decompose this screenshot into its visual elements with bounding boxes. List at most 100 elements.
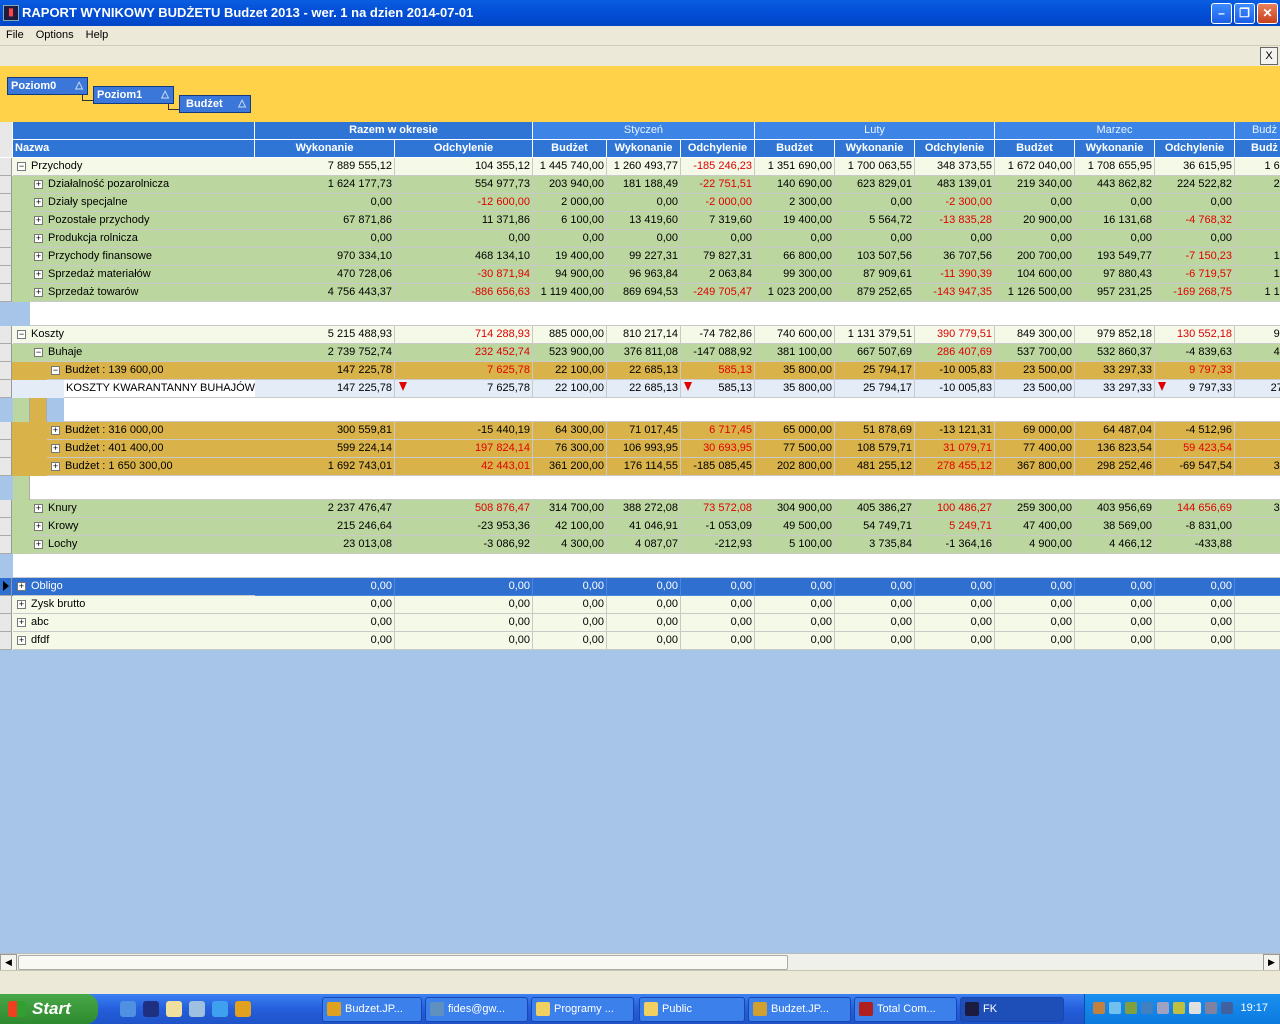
value-cell[interactable]: 38 569,00	[1075, 518, 1155, 536]
value-cell[interactable]: 5 100,00	[755, 536, 835, 554]
panel-close-button[interactable]: X	[1260, 47, 1278, 65]
value-cell[interactable]: 259 300,00	[995, 500, 1075, 518]
value-cell[interactable]: 23 500,00	[995, 380, 1075, 398]
value-cell[interactable]: 5 564,72	[835, 212, 915, 230]
value-cell[interactable]: 0,00	[395, 596, 533, 614]
value-cell[interactable]: 0,00	[1075, 596, 1155, 614]
expand-icon[interactable]: +	[17, 600, 26, 609]
value-cell[interactable]: 2 300,00	[755, 194, 835, 212]
value-cell[interactable]: 9 797,33	[1155, 380, 1235, 398]
taskbar-button[interactable]: FK	[960, 997, 1064, 1022]
value-cell[interactable]: 3 735,84	[835, 536, 915, 554]
value-cell[interactable]: 314 700,00	[533, 500, 607, 518]
value-cell[interactable]: 0,00	[995, 194, 1075, 212]
value-cell[interactable]	[1235, 596, 1280, 614]
value-cell[interactable]: 879 252,65	[835, 284, 915, 302]
row-name-cell[interactable]: + Budżet : 1 650 300,00	[47, 458, 255, 476]
value-cell[interactable]: 103 507,56	[835, 248, 915, 266]
value-cell[interactable]: 25 794,17	[835, 362, 915, 380]
quicklaunch-icon[interactable]	[166, 1001, 182, 1017]
value-cell[interactable]: 0,00	[533, 632, 607, 650]
value-cell[interactable]: 304 900,00	[755, 500, 835, 518]
collapse-icon[interactable]: −	[17, 162, 26, 171]
value-cell[interactable]: 145	[1235, 248, 1280, 266]
value-cell[interactable]: 599 224,14	[255, 440, 395, 458]
row-name-cell[interactable]: + Sprzedaż materiałów	[30, 266, 255, 284]
value-cell[interactable]: 0,00	[681, 596, 755, 614]
value-cell[interactable]: 219 340,00	[995, 176, 1075, 194]
value-cell[interactable]: 22 100,00	[533, 380, 607, 398]
value-cell[interactable]: 537 700,00	[995, 344, 1075, 362]
value-cell[interactable]: 0,00	[835, 614, 915, 632]
value-cell[interactable]: 1 260 493,77	[607, 158, 681, 176]
value-cell[interactable]: 71 017,45	[607, 422, 681, 440]
table-row[interactable]: + abc 0,00 0,00 0,00 0,00 0,00 0,00 0,00 0,00 0,00…	[0, 614, 1280, 632]
header-group-0[interactable]: Razem w okresie	[255, 122, 533, 140]
value-cell[interactable]: -185 085,45	[681, 458, 755, 476]
header-col-10[interactable]: Odchylenie	[1155, 140, 1235, 158]
value-cell[interactable]: 714 288,93	[395, 326, 533, 344]
value-cell[interactable]: 77 400,00	[995, 440, 1075, 458]
header-col-1[interactable]: Odchylenie	[395, 140, 533, 158]
value-cell[interactable]: 79 827,31	[681, 248, 755, 266]
value-cell[interactable]: -7 150,23	[1155, 248, 1235, 266]
table-row[interactable]: + Produkcja rolnicza 0,00 0,00 0,00 0,00 0,00 0…	[0, 230, 1280, 248]
taskbar-button[interactable]: Budzet.JP...	[322, 997, 422, 1022]
app-icon[interactable]: ▮	[3, 5, 19, 21]
collapse-icon[interactable]: −	[34, 348, 43, 357]
value-cell[interactable]: 403 956,69	[1075, 500, 1155, 518]
value-cell[interactable]: -2 300,00	[915, 194, 995, 212]
value-cell[interactable]: 1 351 690,00	[755, 158, 835, 176]
value-cell[interactable]: -15 440,19	[395, 422, 533, 440]
value-cell[interactable]: 31 079,71	[915, 440, 995, 458]
value-cell[interactable]: 0,00	[607, 578, 681, 596]
value-cell[interactable]: -2 000,00	[681, 194, 755, 212]
value-cell[interactable]: 30 693,95	[681, 440, 755, 458]
maximize-button[interactable]: ❐	[1234, 3, 1255, 24]
value-cell[interactable]: 6 717,45	[681, 422, 755, 440]
value-cell[interactable]: 36 615,95	[1155, 158, 1235, 176]
value-cell[interactable]: 130 552,18	[1155, 326, 1235, 344]
table-row[interactable]: + Przychody finansowe 970 334,10 468 134,10…	[0, 248, 1280, 266]
table-row[interactable]: KOSZTY KWARANTANNY BUHAJÓW 147 225,78 7 62…	[0, 380, 1280, 398]
value-cell[interactable]: -12 600,00	[395, 194, 533, 212]
value-cell[interactable]: 0,00	[835, 194, 915, 212]
header-col-11[interactable]: Budż	[1235, 140, 1280, 158]
scroll-left-icon[interactable]: ◀	[0, 954, 17, 971]
value-cell[interactable]: 16 131,68	[1075, 212, 1155, 230]
menu-options[interactable]: Options	[30, 26, 80, 41]
expand-icon[interactable]: +	[17, 618, 26, 627]
value-cell[interactable]: 0,00	[1075, 632, 1155, 650]
value-cell[interactable]: 27	[1235, 362, 1280, 380]
value-cell[interactable]: 0,00	[755, 230, 835, 248]
value-cell[interactable]: 0,00	[533, 230, 607, 248]
expand-icon[interactable]: +	[34, 270, 43, 279]
value-cell[interactable]: 740 600,00	[755, 326, 835, 344]
value-cell[interactable]: 1 119 400,00	[533, 284, 607, 302]
value-cell[interactable]: 329	[1235, 458, 1280, 476]
value-cell[interactable]: 96 963,84	[607, 266, 681, 284]
value-cell[interactable]: 481 255,12	[835, 458, 915, 476]
value-cell[interactable]: 100 486,27	[915, 500, 995, 518]
group-chip-budzet[interactable]: Budżet △	[179, 95, 251, 113]
expand-icon[interactable]: +	[34, 216, 43, 225]
value-cell[interactable]: 147 225,78	[255, 380, 395, 398]
value-cell[interactable]: 64 487,04	[1075, 422, 1155, 440]
value-cell[interactable]: 8	[1235, 212, 1280, 230]
value-cell[interactable]: 33 297,33	[1075, 362, 1155, 380]
value-cell[interactable]: 224 522,82	[1155, 176, 1235, 194]
table-row[interactable]: + Lochy 23 013,08 -3 086,92 4 300,00 4 087,07…	[0, 536, 1280, 554]
taskbar-button[interactable]: Programy ...	[531, 997, 634, 1022]
value-cell[interactable]: 1 708 655,95	[1075, 158, 1155, 176]
value-cell[interactable]: 23 500,00	[995, 362, 1075, 380]
value-cell[interactable]: 0,00	[835, 230, 915, 248]
value-cell[interactable]: 1 672 040,00	[995, 158, 1075, 176]
value-cell[interactable]: 0,00	[1075, 230, 1155, 248]
value-cell[interactable]: 0,00	[395, 230, 533, 248]
table-row[interactable]: + Budżet : 401 400,00 599 224,14 197 824,14…	[0, 440, 1280, 458]
expand-icon[interactable]: +	[34, 504, 43, 513]
header-col-9[interactable]: Wykonanie	[1075, 140, 1155, 158]
taskbar-button[interactable]: Public	[639, 997, 745, 1022]
value-cell[interactable]: 108 579,71	[835, 440, 915, 458]
value-cell[interactable]: 197 824,14	[395, 440, 533, 458]
